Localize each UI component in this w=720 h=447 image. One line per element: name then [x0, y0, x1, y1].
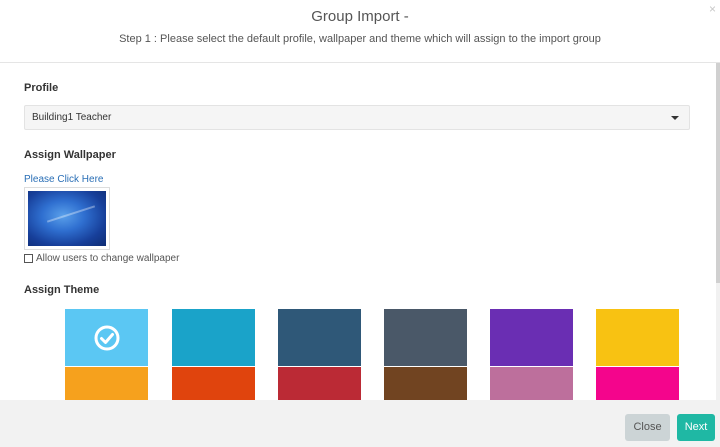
next-button[interactable]: Next — [677, 414, 715, 441]
modal-body: Profile Building1 Teacher Assign Wallpap… — [0, 63, 716, 400]
theme-swatch[interactable] — [384, 367, 467, 400]
chevron-down-icon — [671, 116, 679, 120]
wallpaper-label: Assign Wallpaper — [24, 149, 116, 161]
modal-footer: Close Next — [0, 400, 720, 447]
theme-swatch[interactable] — [65, 367, 148, 400]
wallpaper-select-link[interactable]: Please Click Here — [24, 174, 103, 185]
theme-label: Assign Theme — [24, 284, 100, 296]
theme-swatch[interactable] — [278, 309, 361, 366]
close-button[interactable]: Close — [625, 414, 670, 441]
theme-swatch[interactable] — [172, 309, 255, 366]
theme-swatch[interactable] — [596, 309, 679, 366]
profile-select-value: Building1 Teacher — [32, 112, 112, 123]
close-icon[interactable]: × — [709, 3, 716, 15]
wallpaper-thumbnail[interactable] — [24, 187, 110, 250]
allow-wallpaper-checkbox[interactable] — [24, 254, 33, 263]
check-circle-icon — [94, 325, 120, 351]
theme-swatch[interactable] — [596, 367, 679, 400]
theme-swatch[interactable] — [278, 367, 361, 400]
modal-header: Group Import - Step 1 : Please select th… — [0, 0, 720, 63]
scrollbar-thumb[interactable] — [716, 63, 720, 283]
modal-title: Group Import - — [311, 8, 409, 25]
wallpaper-image — [28, 191, 106, 246]
profile-select[interactable]: Building1 Teacher — [24, 105, 690, 130]
profile-label: Profile — [24, 82, 59, 94]
theme-swatch[interactable] — [65, 309, 148, 366]
theme-swatch[interactable] — [490, 367, 573, 400]
theme-swatch[interactable] — [490, 309, 573, 366]
theme-swatch[interactable] — [384, 309, 467, 366]
theme-swatch[interactable] — [172, 367, 255, 400]
modal-subtitle: Step 1 : Please select the default profi… — [119, 33, 601, 45]
allow-wallpaper-label: Allow users to change wallpaper — [36, 253, 180, 264]
